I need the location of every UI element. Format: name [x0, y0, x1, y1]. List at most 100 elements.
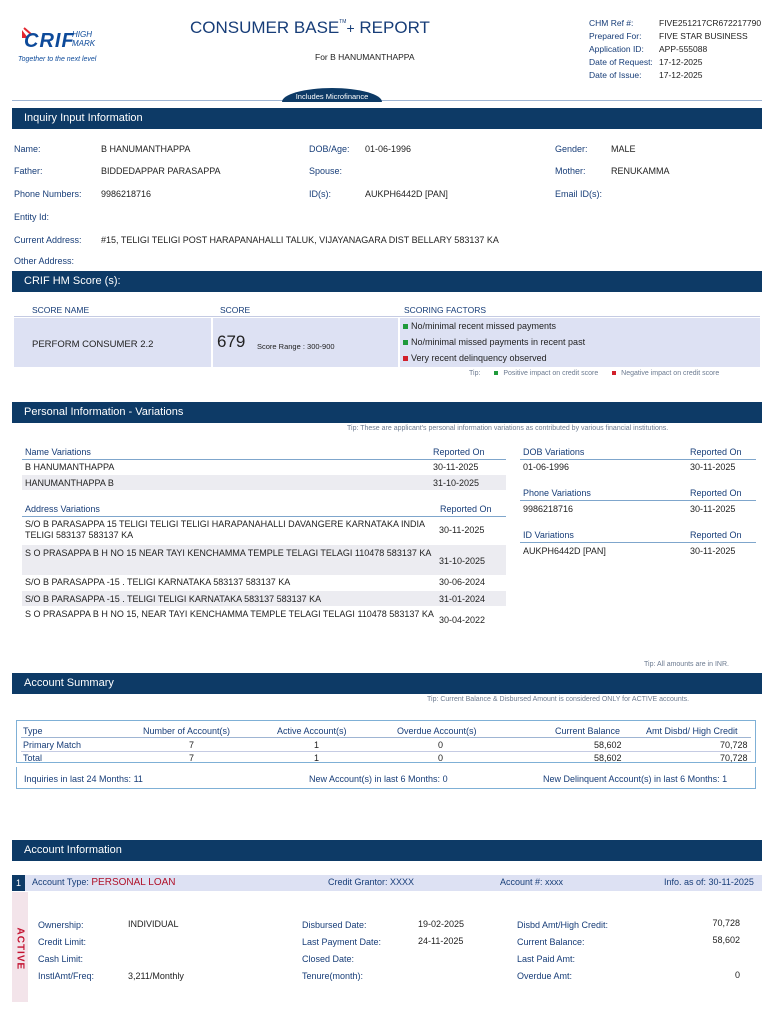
- info-as-of: Info. as of: 30-11-2025: [664, 877, 754, 887]
- reported-on-head: Reported On: [433, 447, 485, 457]
- overdue-label: Overdue Amt:: [517, 971, 573, 981]
- score-value: 679: [217, 332, 246, 351]
- table-header-rule: [22, 459, 506, 460]
- table-header-rule: [520, 500, 756, 501]
- inr-tip: Tip: All amounts are in INR.: [644, 661, 729, 668]
- new-delinquent-value: 1: [722, 774, 728, 784]
- score-section-bar: CRIF HM Score (s):: [12, 271, 762, 292]
- account-section-bar: Account Information: [12, 840, 762, 861]
- title-report: REPORT: [359, 18, 430, 37]
- meta-label: CHM Ref #:: [589, 18, 634, 28]
- phone-variation-date: 30-11-2025: [690, 504, 736, 514]
- account-number: Account #: xxxx: [500, 877, 564, 887]
- summary-col-head: Amt Disbd/ High Credit: [646, 726, 738, 736]
- summary-tip: Tip: Current Balance & Disbursed Amount …: [427, 696, 690, 703]
- meta-value: 17-12-2025: [659, 57, 703, 67]
- credit-grantor: Credit Grantor: XXXX: [328, 877, 415, 887]
- score-name-value: PERFORM CONSUMER 2.2: [32, 339, 154, 350]
- score-col-name: SCORE NAME: [32, 305, 90, 315]
- scoring-factor: No/minimal recent missed payments: [403, 321, 556, 331]
- positive-legend-icon: [494, 371, 499, 376]
- positive-factor-icon: [403, 340, 408, 346]
- mother-label: Mother:: [555, 166, 586, 176]
- logo-text: CRIF: [24, 30, 75, 52]
- summary-row-active: 1: [314, 753, 320, 763]
- logo-subtext: HIGH MARK: [72, 30, 96, 48]
- summary-rule: [21, 737, 751, 738]
- dob-value: 01-06-1996: [365, 144, 412, 154]
- new-delinquent-count: New Delinquent Account(s) in last 6 Mont…: [543, 774, 727, 784]
- reported-on-head: Reported On: [440, 504, 492, 514]
- score-tip: Tip: Positive impact on credit score Neg…: [469, 370, 719, 377]
- new-accounts-label: New Account(s) in last 6 Months:: [309, 774, 441, 784]
- title-main: CONSUMER BASE: [190, 18, 340, 37]
- reported-on-head: Reported On: [690, 530, 742, 540]
- reported-on-head: Reported On: [690, 447, 742, 457]
- meta-value: FIVE251217CR672217790: [659, 18, 762, 28]
- dob-variation: 01-06-1996: [523, 462, 570, 472]
- microfinance-tab-label: Includes Microfinance: [295, 92, 369, 101]
- disbursed-label: Disbursed Date:: [302, 920, 367, 930]
- name-variation-date: 30-11-2025: [433, 462, 479, 472]
- phone-variations-head: Phone Variations: [523, 488, 591, 498]
- summary-table: Type Number of Account(s) Active Account…: [16, 720, 756, 763]
- meta-value: FIVE STAR BUSINESS: [659, 31, 748, 41]
- microfinance-tab: Includes Microfinance: [282, 88, 382, 102]
- entity-label: Entity Id:: [14, 212, 50, 222]
- new-delinquent-label: New Delinquent Account(s) in last 6 Mont…: [543, 774, 720, 784]
- factor-text: No/minimal recent missed payments: [411, 321, 557, 331]
- address-variations-head: Address Variations: [25, 504, 100, 514]
- address-value: #15, TELIGI TELIGI POST HARAPANAHALLI TA…: [101, 235, 499, 245]
- current-balance-label: Current Balance:: [517, 937, 585, 947]
- summary-row-count: 7: [189, 753, 195, 763]
- logo-tagline: Together to the next level: [18, 56, 97, 63]
- factor-text: Very recent delinquency observed: [411, 353, 547, 363]
- negative-factor-icon: [403, 356, 408, 362]
- summary-row-overdue: 0: [438, 753, 444, 763]
- address-variation: S/O B PARASAPPA -15 . TELIGI TELIGI KARN…: [25, 594, 322, 604]
- account-status: ACTIVE: [14, 927, 26, 971]
- account-status-bar: ACTIVE: [12, 892, 28, 1002]
- father-label: Father:: [14, 166, 43, 176]
- report-for-line: For B HANUMANTHAPPA: [315, 52, 415, 62]
- closed-label: Closed Date:: [302, 954, 355, 964]
- positive-factor-icon: [403, 324, 408, 330]
- summary-col-head: Active Account(s): [277, 726, 347, 736]
- summary-row-active: 1: [314, 740, 320, 750]
- title-plus: +: [346, 20, 355, 36]
- ids-label: ID(s):: [309, 189, 331, 199]
- tip-positive: Positive impact on credit score: [503, 370, 599, 377]
- disbursed-value: 19-02-2025: [418, 919, 465, 929]
- address-variation: S O PRASAPPA B H NO 15, NEAR TAYI KENCHA…: [25, 609, 434, 619]
- father-value: BIDDEDAPPAR PARASAPPA: [101, 166, 221, 176]
- header-meta-labels: CHM Ref #: Prepared For: Application ID:…: [589, 17, 653, 82]
- address-variation-date: 30-06-2024: [439, 577, 486, 587]
- score-header-rule: [14, 316, 760, 317]
- table-header-rule: [520, 542, 756, 543]
- summary-row-count: 7: [189, 740, 195, 750]
- meta-value: APP-555088: [659, 44, 708, 54]
- cash-limit-label: Cash Limit:: [38, 954, 84, 964]
- account-type-label: Account Type:: [32, 877, 89, 887]
- personal-tip: Tip: These are applicant's personal info…: [347, 425, 669, 432]
- section-title: Personal Information - Variations: [24, 406, 184, 418]
- disbd-amt-value: 70,728: [712, 918, 740, 928]
- last-payment-label: Last Payment Date:: [302, 937, 382, 947]
- reported-on-head: Reported On: [690, 488, 742, 498]
- ownership-value: INDIVIDUAL: [128, 919, 179, 929]
- new-accounts-count: New Account(s) in last 6 Months: 0: [309, 774, 448, 784]
- score-col-factors: SCORING FACTORS: [404, 305, 487, 315]
- scoring-factor: Very recent delinquency observed: [403, 353, 547, 363]
- summary-col-head: Overdue Account(s): [397, 726, 477, 736]
- meta-label: Date of Request:: [589, 57, 653, 67]
- account-type: Account Type: PERSONAL LOAN: [32, 877, 176, 888]
- address-variation: S/O B PARASAPPA -15 . TELIGI KARNATAKA 5…: [25, 577, 291, 587]
- disbd-amt-label: Disbd Amt/High Credit:: [517, 920, 609, 930]
- name-variation: B HANUMANTHAPPA: [25, 462, 115, 472]
- inquiries-label: Inquiries in last 24 Months:: [24, 774, 132, 784]
- overdue-value: 0: [734, 970, 740, 980]
- meta-label: Date of Issue:: [589, 70, 642, 80]
- summary-row-high-credit: 70,728: [720, 740, 748, 750]
- address-variation-date: 31-01-2024: [439, 594, 486, 604]
- meta-label: Prepared For:: [589, 31, 642, 41]
